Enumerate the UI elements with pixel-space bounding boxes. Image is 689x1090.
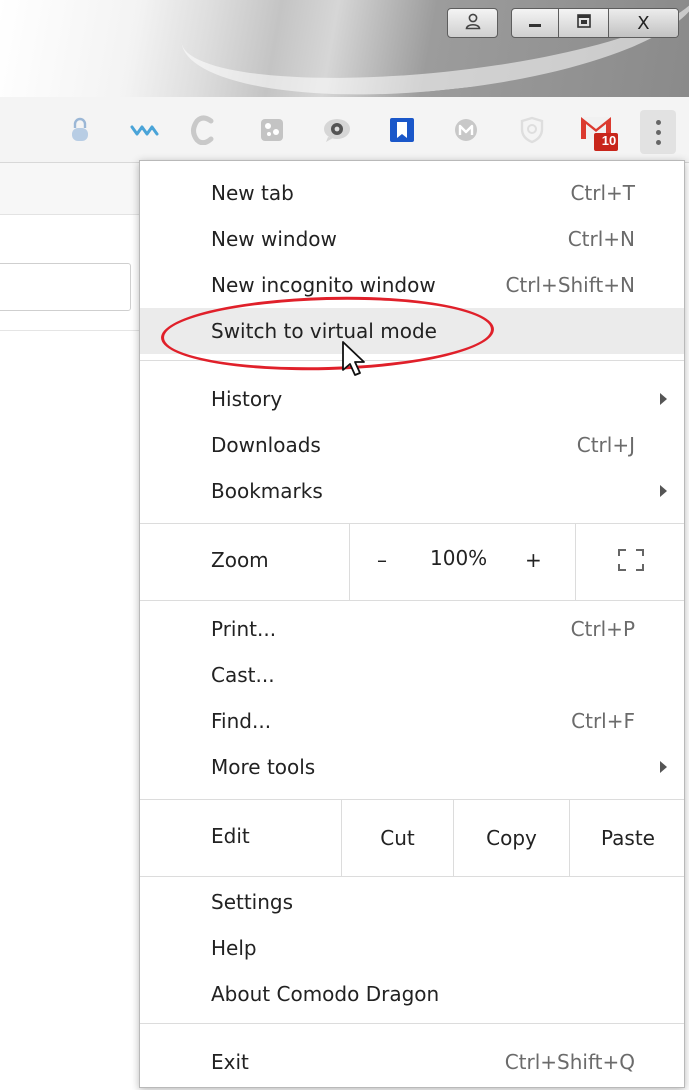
maximize-icon [575, 12, 593, 34]
puzzle-extension-icon[interactable] [257, 115, 287, 145]
shield-extension-icon[interactable] [517, 115, 547, 145]
menu-item-label: Downloads [211, 433, 321, 457]
menu-item-find[interactable]: Find... Ctrl+F [140, 698, 684, 744]
fullscreen-icon [618, 548, 644, 576]
menu-separator [140, 1023, 684, 1024]
page-divider [0, 330, 145, 331]
menu-item-label: Exit [211, 1050, 249, 1074]
paste-button[interactable]: Paste [569, 800, 686, 876]
copy-label: Copy [486, 826, 537, 850]
minimize-icon [526, 12, 544, 34]
padlock-extension-icon[interactable] [65, 115, 95, 145]
menu-item-help[interactable]: Help [140, 925, 684, 971]
paste-label: Paste [601, 826, 655, 850]
c-extension-icon[interactable] [187, 115, 217, 145]
minimize-button[interactable] [512, 9, 560, 37]
menu-item-label: New tab [211, 181, 294, 205]
menu-item-print[interactable]: Print... Ctrl+P [140, 606, 684, 652]
window-controls: X [511, 8, 679, 38]
menu-item-shortcut: Ctrl+P [570, 617, 635, 641]
copy-button[interactable]: Copy [453, 800, 569, 876]
menu-separator [140, 876, 684, 877]
menu-separator [140, 600, 684, 601]
menu-item-shortcut: Ctrl+F [571, 709, 635, 733]
window-title-bar: X [0, 0, 689, 97]
m-extension-icon[interactable] [451, 115, 481, 145]
menu-item-label: New incognito window [211, 273, 436, 297]
wave-extension-icon[interactable] [130, 115, 160, 145]
browser-toolbar: 10 [0, 97, 689, 163]
gmail-badge: 10 [601, 133, 617, 148]
menu-item-downloads[interactable]: Downloads Ctrl+J [140, 422, 684, 468]
menu-row-zoom: Zoom – 100% + [140, 524, 684, 600]
menu-item-shortcut: Ctrl+N [567, 227, 635, 251]
zoom-controls: – 100% + [349, 524, 575, 600]
cut-label: Cut [380, 826, 415, 850]
profile-button[interactable] [447, 8, 498, 38]
page-search-input[interactable] [0, 263, 131, 311]
maximize-button[interactable] [559, 9, 609, 37]
menu-item-label: Settings [211, 890, 294, 914]
user-icon [464, 12, 482, 34]
menu-item-shortcut: Ctrl+Shift+Q [504, 1050, 635, 1074]
menu-item-new-window[interactable]: New window Ctrl+N [140, 216, 684, 262]
menu-item-label: About Comodo Dragon [211, 982, 440, 1006]
menu-item-label: More tools [211, 755, 316, 779]
fullscreen-button[interactable] [575, 524, 686, 600]
zoom-label: Zoom [211, 548, 269, 572]
menu-item-label: Help [211, 936, 257, 960]
menu-item-cast[interactable]: Cast... [140, 652, 684, 698]
cut-button[interactable]: Cut [341, 800, 453, 876]
menu-item-shortcut: Ctrl+Shift+N [505, 273, 635, 297]
menu-item-shortcut: Ctrl+T [570, 181, 635, 205]
menu-row-edit: Edit Cut Copy Paste [140, 800, 684, 876]
menu-item-new-tab[interactable]: New tab Ctrl+T [140, 170, 684, 216]
gmail-extension-icon[interactable]: 10 [577, 107, 625, 153]
mouse-cursor-icon [341, 340, 367, 382]
close-button[interactable]: X [608, 9, 678, 37]
menu-item-history[interactable]: History [140, 376, 684, 422]
menu-item-label: Print... [211, 617, 277, 641]
menu-item-label: Find... [211, 709, 272, 733]
close-icon: X [637, 12, 650, 34]
menu-item-exit[interactable]: Exit Ctrl+Shift+Q [140, 1039, 684, 1085]
edit-label: Edit [211, 824, 250, 848]
zoom-in-button[interactable]: + [525, 548, 542, 572]
submenu-arrow-icon [660, 761, 667, 773]
zoom-out-button[interactable]: – [377, 548, 387, 572]
menu-item-label: Bookmarks [211, 479, 323, 503]
bookmark-extension-icon[interactable] [387, 115, 417, 145]
menu-item-label: Cast... [211, 663, 275, 687]
zoom-level: 100% [430, 546, 488, 570]
page-header-strip [0, 163, 145, 215]
submenu-arrow-icon [660, 485, 667, 497]
menu-item-shortcut: Ctrl+J [576, 433, 635, 457]
kebab-menu-icon[interactable] [640, 110, 676, 154]
menu-item-about[interactable]: About Comodo Dragon [140, 971, 684, 1017]
menu-item-bookmarks[interactable]: Bookmarks [140, 468, 684, 514]
menu-item-more-tools[interactable]: More tools [140, 744, 684, 790]
menu-item-label: New window [211, 227, 337, 251]
menu-item-settings[interactable]: Settings [140, 879, 684, 925]
submenu-arrow-icon [660, 393, 667, 405]
eye-chat-extension-icon[interactable] [322, 115, 352, 145]
menu-item-label: History [211, 387, 283, 411]
